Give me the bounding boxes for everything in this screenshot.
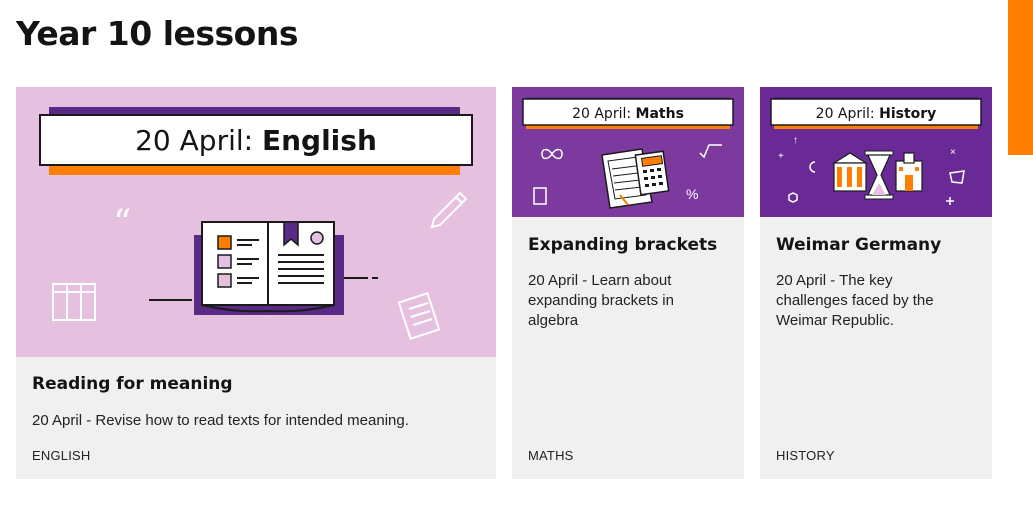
description-line: expanding brackets in <box>528 292 674 309</box>
description-line: challenges faced by the <box>776 292 934 309</box>
card-image-maths: 20 April: Maths % <box>512 87 744 217</box>
card-image-history: 20 April: History ↑ + × <box>760 87 992 217</box>
books-icon <box>52 283 96 321</box>
description-line: 20 April - Learn about <box>528 272 672 289</box>
card-title[interactable]: Weimar Germany <box>776 235 941 255</box>
card-image-english: 20 April: English “ <box>16 87 496 357</box>
card-subject-tag: ENGLISH <box>32 448 91 463</box>
banner-prefix: 20 April: <box>135 124 262 157</box>
hourglass-icon <box>864 150 894 200</box>
lesson-card-history[interactable]: 20 April: History ↑ + × Weimar Germany 2… <box>760 87 992 479</box>
calculator-icon <box>601 148 670 209</box>
lesson-card-maths[interactable]: 20 April: Maths % Expanding brackets 20 … <box>512 87 744 479</box>
pencil-icon <box>430 191 468 229</box>
svg-text:20 April: English: 20 April: English <box>135 124 377 157</box>
svg-text:↑: ↑ <box>793 135 798 146</box>
card-title[interactable]: Reading for meaning <box>32 374 233 394</box>
percent-icon: % <box>686 186 698 202</box>
description-line: 20 April - The key <box>776 272 893 289</box>
card-description: 20 April - Learn about expanding bracket… <box>528 271 733 331</box>
banner-subject: English <box>262 124 377 157</box>
hexagon-icon <box>788 192 798 203</box>
quote-icon: “ <box>113 203 131 244</box>
card-subject-tag: HISTORY <box>776 448 835 463</box>
page-title: Year 10 lessons <box>16 14 298 53</box>
svg-text:20 April: Maths: 20 April: Maths <box>572 106 684 122</box>
building-icon <box>831 152 869 192</box>
banner-prefix: 20 April: <box>572 106 635 122</box>
castle-icon <box>895 152 923 192</box>
scrollbar-accent[interactable] <box>1008 0 1033 155</box>
card-subject-tag: MATHS <box>528 448 574 463</box>
description-line: Weimar Republic. <box>776 312 895 329</box>
notepad-icon <box>397 292 441 340</box>
banner-subject: History <box>879 106 936 122</box>
svg-text:20 April: History: 20 April: History <box>816 106 937 122</box>
description-line: algebra <box>528 312 579 329</box>
svg-text:“: “ <box>113 203 131 244</box>
infinity-icon <box>541 148 563 160</box>
card-description: 20 April - The key challenges faced by t… <box>776 271 981 331</box>
lesson-card-english[interactable]: 20 April: English “ Reading for meaning … <box>16 87 496 479</box>
square-root-icon <box>699 144 722 159</box>
svg-text:%: % <box>686 186 698 202</box>
card-description: 20 April - Revise how to read texts for … <box>32 412 409 429</box>
banner-subject: Maths <box>636 106 684 122</box>
banner-prefix: 20 April: <box>816 106 879 122</box>
card-title[interactable]: Expanding brackets <box>528 235 717 255</box>
book-icon <box>194 221 344 315</box>
svg-text:+: + <box>778 151 784 162</box>
svg-text:×: × <box>950 147 956 158</box>
